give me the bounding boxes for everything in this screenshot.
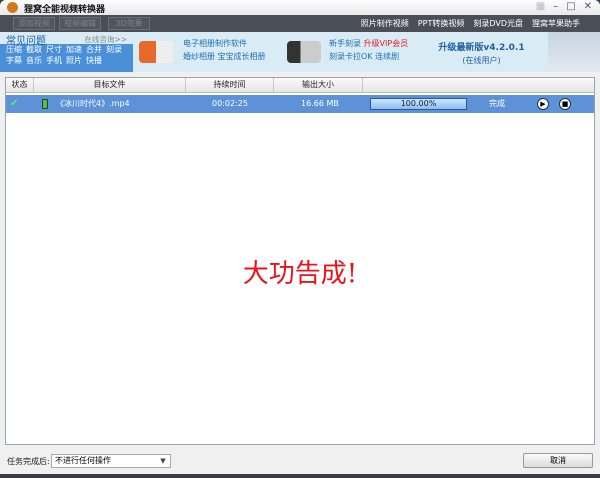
karaoke-burn-link[interactable]: 刻录卡拉OK	[329, 52, 373, 61]
photo-video-link[interactable]: 照片制作视频	[361, 18, 409, 29]
beginner-burn-link[interactable]: 新手刻录	[329, 39, 361, 48]
after-task-label: 任务完成后:	[7, 457, 50, 466]
faq-title: 常见问题	[6, 36, 46, 47]
online-consult-link[interactable]: 在线咨询>>	[84, 34, 127, 45]
upgrade-subtitle: (在线用户)	[462, 56, 501, 65]
after-task-select[interactable]: 不进行任何操作 ▼	[51, 454, 171, 468]
header-duration[interactable]: 持续时间	[186, 78, 274, 92]
header-file[interactable]: 目标文件	[34, 78, 186, 92]
burn-disc-icon	[287, 41, 321, 63]
main-window: 狸窝全能视频转换器 ▦ – □ ✕ 添加视频 视频编辑 3D效果 照片制作视频 …	[0, 0, 600, 478]
faq-link[interactable]: 合并	[86, 44, 102, 55]
task-table: 状态 目标文件 持续时间 输出大小 ✔ 《冰川时代4》.mp4 00:02:25…	[5, 77, 595, 445]
app-title: 狸窝全能视频转换器	[24, 5, 106, 15]
banner-side	[548, 32, 600, 72]
upgrade-panel[interactable]: 升级最新版v4.2.0.1 (在线用户)	[415, 32, 548, 72]
apple-helper-link[interactable]: 狸窝苹果助手	[532, 18, 580, 29]
video-file-icon	[42, 99, 48, 109]
skin-icon[interactable]: ▦	[536, 1, 545, 12]
faq-link[interactable]: 手机	[46, 55, 62, 66]
burn-dvd-link[interactable]: 刻录DVD光盘	[473, 18, 523, 29]
check-icon: ✔	[10, 98, 19, 109]
upgrade-title[interactable]: 升级最新版v4.2.0.1	[415, 40, 548, 53]
faq-link[interactable]: 尺寸	[46, 44, 62, 55]
toolbar: 添加视频 视频编辑 3D效果 照片制作视频 PPT转换视频 刻录DVD光盘 狸窝…	[0, 15, 600, 32]
play-icon[interactable]: ▶	[537, 98, 549, 110]
faq-link[interactable]: 字幕	[6, 55, 22, 66]
series-link[interactable]: 连续剧	[375, 52, 399, 61]
banner: 常见问题 在线咨询>> 压缩 截取 尺寸 加速 合并 刻录 字幕 音乐 手机 照片 快播 电子相册制…	[0, 32, 600, 72]
faq-panel: 常见问题 在线咨询>> 压缩 截取 尺寸 加速 合并 刻录 字幕 音乐 手机 照片 快播	[0, 32, 133, 72]
app-logo-icon	[7, 2, 18, 13]
select-value: 不进行任何操作	[55, 456, 111, 465]
duration: 00:02:25	[212, 99, 248, 108]
video-edit-button[interactable]: 视频编辑	[59, 17, 101, 30]
chevron-down-icon[interactable]: ▼	[156, 455, 170, 467]
faq-link[interactable]: 音乐	[26, 55, 42, 66]
table-row[interactable]: ✔ 《冰川时代4》.mp4 00:02:25 16.66 MB 100.00% …	[6, 95, 594, 113]
wedding-album-link[interactable]: 婚纱相册	[183, 52, 215, 61]
window-border	[0, 474, 600, 478]
header-size[interactable]: 输出大小	[274, 78, 363, 92]
completion-message: 大功告成!	[242, 259, 358, 289]
cancel-button[interactable]: 取消	[523, 453, 593, 468]
footer: 任务完成后: 不进行任何操作 ▼ 取消	[0, 450, 600, 472]
open-folder-icon[interactable]: ■	[559, 98, 571, 110]
output-size: 16.66 MB	[301, 99, 339, 108]
faq-link[interactable]: 加速	[66, 44, 82, 55]
vip-upgrade-link[interactable]: 升级VIP会员	[364, 39, 409, 48]
3d-effect-button[interactable]: 3D效果	[108, 17, 150, 30]
album-software-link[interactable]: 电子相册制作软件	[183, 37, 266, 50]
status-text: 完成	[489, 99, 505, 108]
faq-link[interactable]: 刻录	[106, 44, 122, 55]
faq-link[interactable]: 照片	[66, 55, 82, 66]
minimize-button[interactable]: –	[553, 1, 558, 12]
progress-bar: 100.00%	[370, 98, 467, 110]
ppt-video-link[interactable]: PPT转换视频	[418, 18, 465, 29]
faq-link[interactable]: 快播	[86, 55, 102, 66]
ppt-album-icon	[139, 41, 173, 63]
header-status[interactable]: 状态	[6, 78, 34, 92]
title-bar: 狸窝全能视频转换器 ▦ – □ ✕	[0, 0, 600, 15]
baby-album-link[interactable]: 宝宝成长相册	[218, 52, 266, 61]
file-name: 《冰川时代4》.mp4	[56, 99, 130, 108]
maximize-button[interactable]: □	[566, 1, 575, 12]
add-video-button[interactable]: 添加视频	[13, 17, 55, 30]
close-button[interactable]: ✕	[584, 1, 592, 12]
